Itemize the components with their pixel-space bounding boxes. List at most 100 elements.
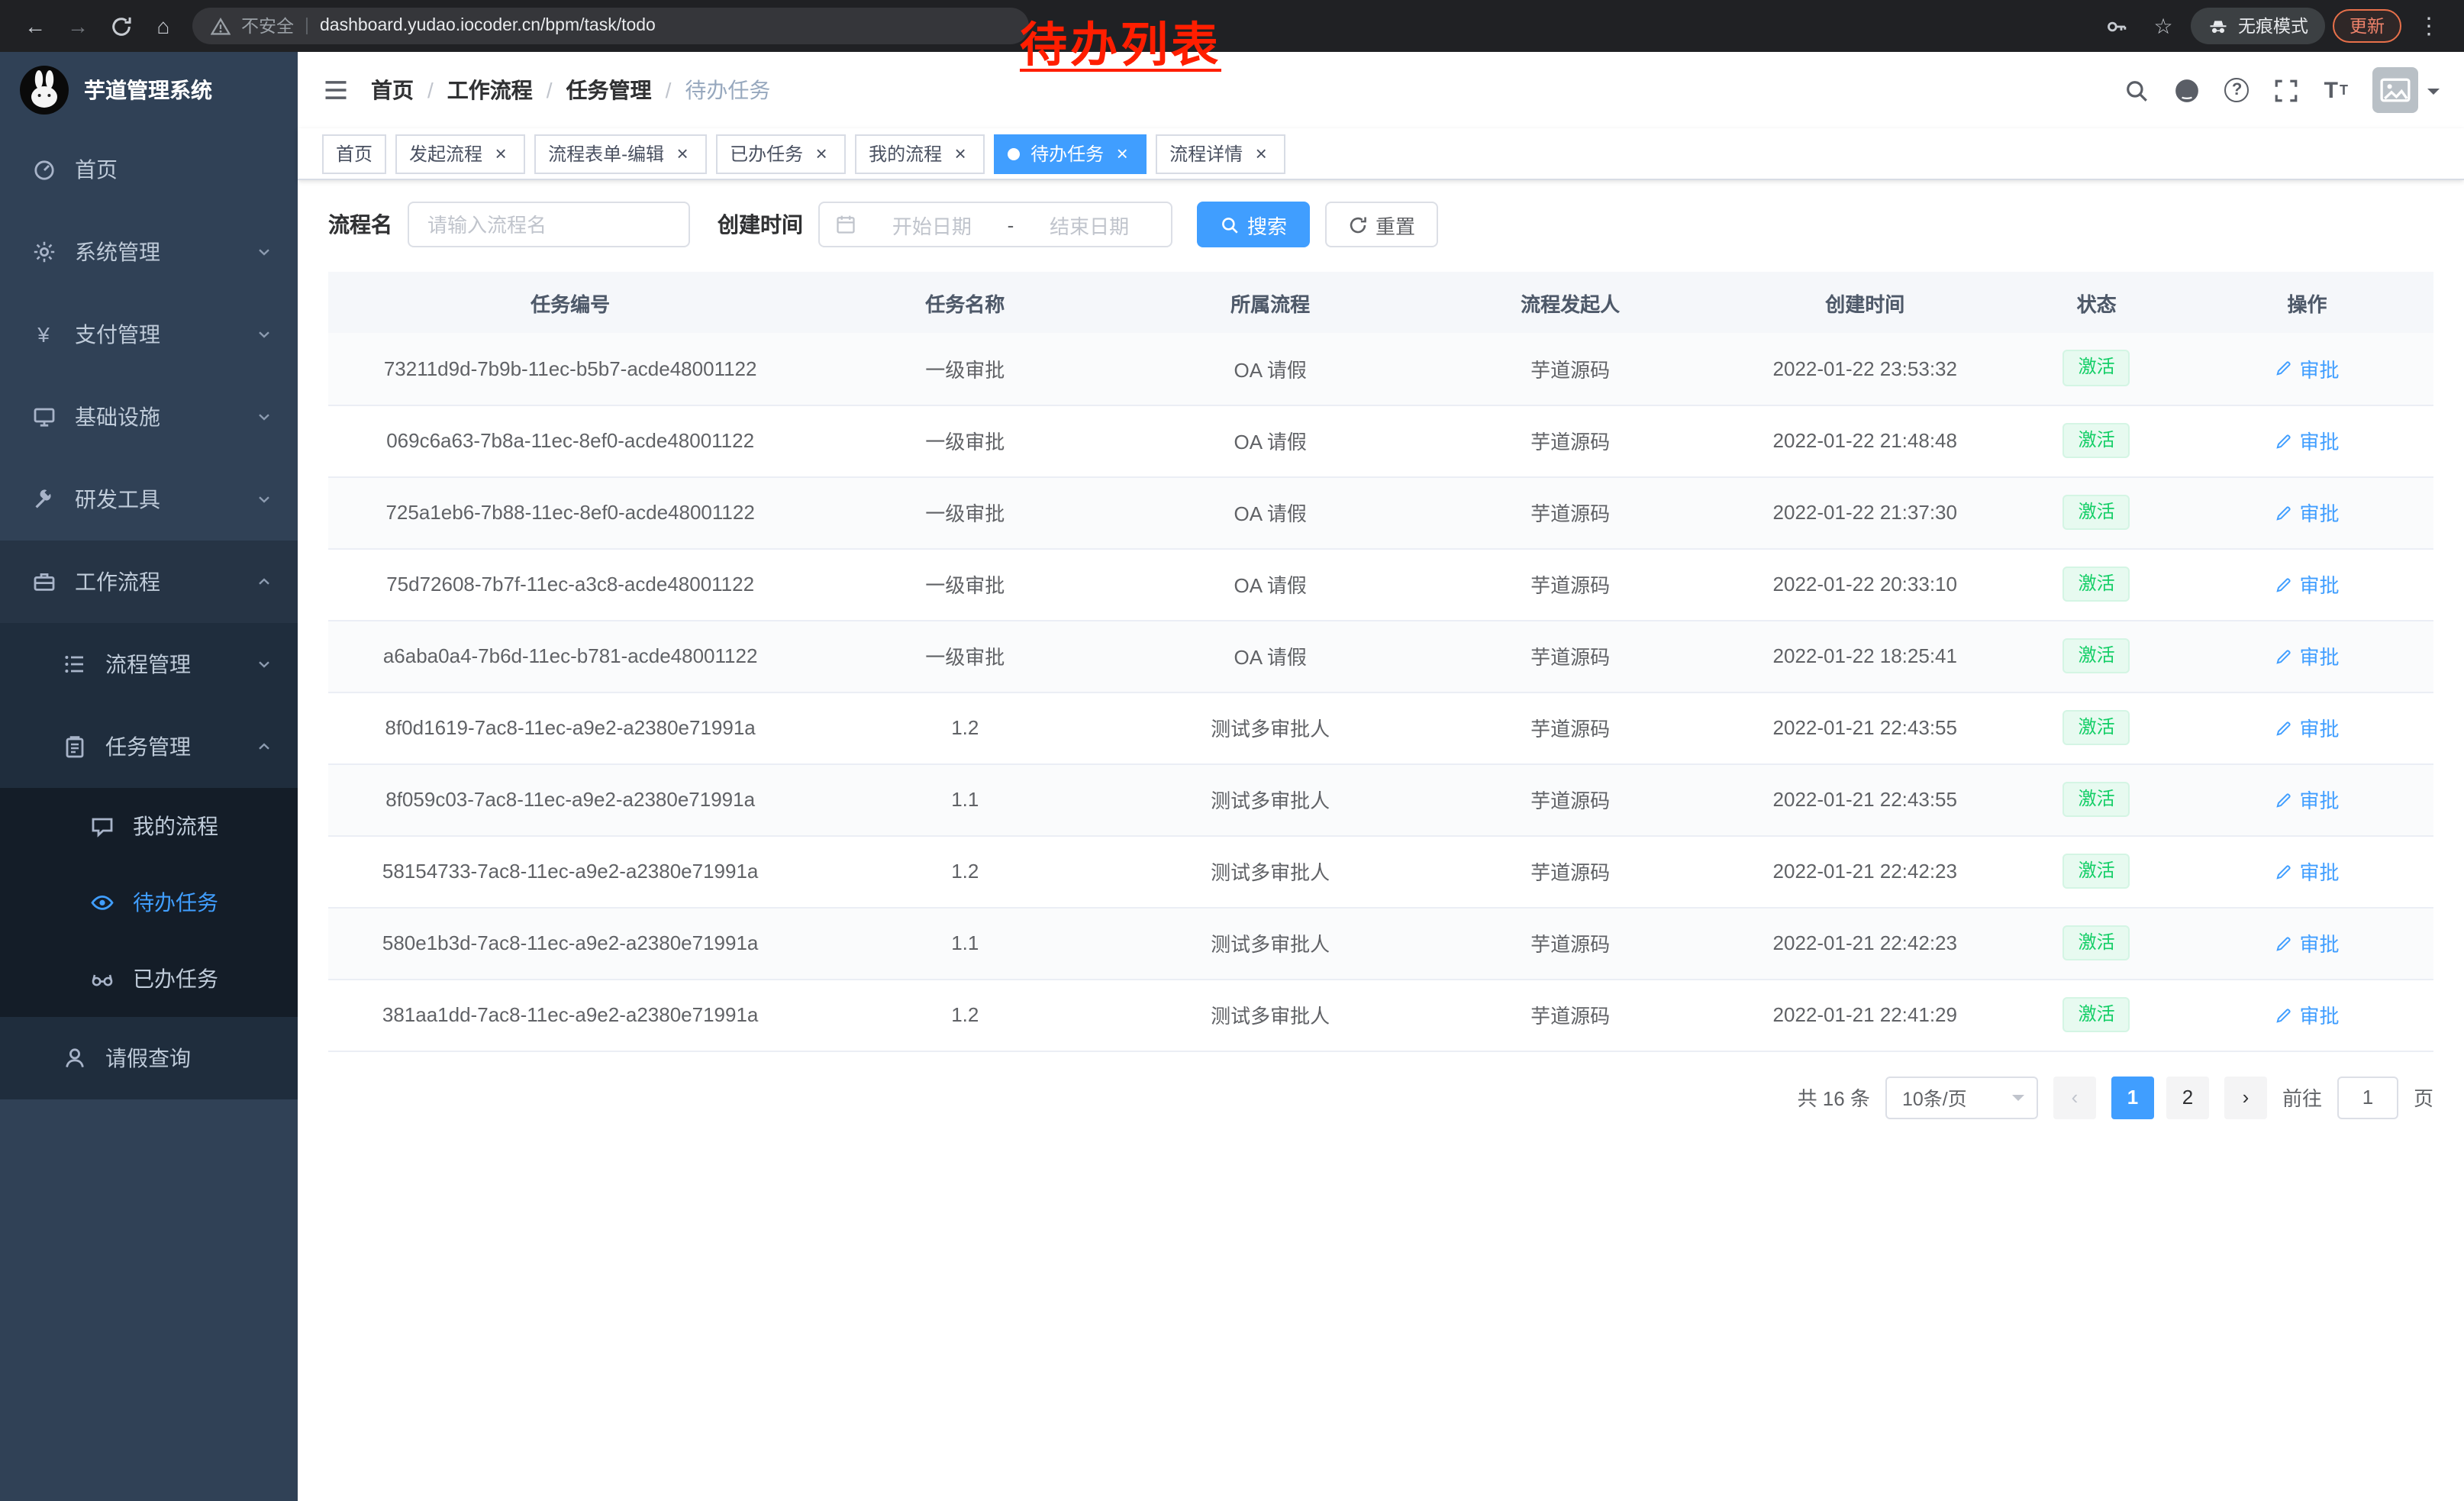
prev-icon: ‹ [2072, 1086, 2079, 1109]
approve-link[interactable]: 审批 [2275, 354, 2339, 383]
page-buttons: 1 2 [2111, 1076, 2209, 1118]
end-date-placeholder[interactable]: 结束日期 [1023, 210, 1156, 239]
table-row: a6aba0a4-7b6d-11ec-b781-acde48001122 一级审… [328, 620, 2433, 692]
help-button[interactable]: ? [2225, 78, 2250, 102]
tab[interactable]: 首页 × [322, 134, 386, 173]
update-chip[interactable]: 更新 [2333, 9, 2401, 43]
tab-close-icon[interactable]: × [490, 143, 511, 164]
sidebar-item-label: 基础设施 [75, 402, 160, 432]
cell-action: 审批 [2181, 692, 2433, 763]
tab-close-icon[interactable]: × [950, 143, 971, 164]
edit-icon [2275, 1006, 2293, 1024]
url-divider: | [305, 17, 309, 35]
approve-link[interactable]: 审批 [2275, 570, 2339, 599]
cell-created: 2022-01-22 18:25:41 [1717, 620, 2012, 692]
browser-chrome: ← → ⌂ 不安全 | dashboard.yudao.iocoder.cn/b… [0, 0, 2464, 52]
tab[interactable]: 发起流程 × [395, 134, 525, 173]
table-body: 73211d9d-7b9b-11ec-b5b7-acde48001122 一级审… [328, 333, 2433, 1051]
approve-link[interactable]: 审批 [2275, 713, 2339, 742]
approve-link[interactable]: 审批 [2275, 498, 2339, 527]
cell-process: 测试多审批人 [1118, 979, 1423, 1051]
process-name-input[interactable] [408, 202, 690, 247]
breadcrumb-item-workflow[interactable]: 工作流程 [447, 75, 533, 105]
sidebar-item-leave-query[interactable]: 请假查询 [0, 1017, 298, 1099]
sidebar-item-label: 研发工具 [75, 484, 160, 515]
browser-menu-button[interactable]: ⋮ [2409, 6, 2449, 46]
approve-link[interactable]: 审批 [2275, 857, 2339, 886]
breadcrumb-item-home[interactable]: 首页 [371, 75, 414, 105]
tab-close-icon[interactable]: × [1250, 143, 1272, 164]
next-page-button[interactable]: › [2224, 1076, 2267, 1118]
url-text[interactable]: dashboard.yudao.iocoder.cn/bpm/task/todo [320, 17, 656, 35]
cell-created: 2022-01-22 21:48:48 [1717, 405, 2012, 476]
sidebar-item-payment[interactable]: ¥ 支付管理 [0, 293, 298, 376]
tab[interactable]: 流程详情 × [1156, 134, 1285, 173]
cell-created: 2022-01-21 22:43:55 [1717, 763, 2012, 835]
edit-icon [2275, 647, 2293, 665]
approve-label: 审批 [2299, 641, 2339, 670]
page-number-button[interactable]: 1 [2111, 1076, 2154, 1118]
task-table: 任务编号 任务名称 所属流程 流程发起人 创建时间 状态 操作 [328, 272, 2433, 1051]
edit-icon [2275, 431, 2293, 450]
chevron-up-icon [255, 573, 273, 591]
approve-link[interactable]: 审批 [2275, 1000, 2339, 1029]
forward-button[interactable]: → [58, 6, 98, 46]
breadcrumb-item-task-mgmt[interactable]: 任务管理 [566, 75, 652, 105]
cell-task-name: 一级审批 [812, 620, 1118, 692]
password-key-button[interactable] [2096, 6, 2136, 46]
tab[interactable]: 待办任务 × [994, 134, 1147, 173]
status-badge: 激活 [2063, 494, 2130, 530]
approve-link[interactable]: 审批 [2275, 641, 2339, 670]
page-number-button[interactable]: 2 [2166, 1076, 2209, 1118]
sidebar-item-task-mgmt[interactable]: 任务管理 [0, 705, 298, 788]
sidebar-toggle-button[interactable] [322, 76, 350, 104]
github-button[interactable] [2175, 77, 2201, 103]
approve-link[interactable]: 审批 [2275, 928, 2339, 957]
cell-action: 审批 [2181, 979, 2433, 1051]
back-button[interactable]: ← [15, 6, 55, 46]
home-button[interactable]: ⌂ [144, 6, 183, 46]
tab-close-icon[interactable]: × [672, 143, 693, 164]
reset-button-label: 重置 [1376, 210, 1415, 239]
sidebar-item-process-mgmt[interactable]: 流程管理 [0, 623, 298, 705]
bookmark-star-button[interactable]: ☆ [2143, 6, 2183, 46]
page-size-select[interactable]: 10条/页 [1885, 1076, 2038, 1118]
date-range-picker[interactable]: 开始日期 - 结束日期 [818, 202, 1172, 247]
sidebar-item-my-process[interactable]: 我的流程 [0, 788, 298, 864]
sidebar-item-infra[interactable]: 基础设施 [0, 376, 298, 458]
tab[interactable]: 已办任务 × [716, 134, 846, 173]
pagination: 共 16 条 10条/页 ‹ 1 2 › 前往 [328, 1076, 2433, 1118]
app-logo[interactable]: 芋道管理系统 [0, 52, 298, 128]
prev-page-button[interactable]: ‹ [2053, 1076, 2096, 1118]
sidebar-item-system[interactable]: 系统管理 [0, 211, 298, 293]
sidebar-item-workflow[interactable]: 工作流程 [0, 541, 298, 623]
sidebar-item-done-tasks[interactable]: 已办任务 [0, 941, 298, 1017]
url-bar[interactable]: 不安全 | dashboard.yudao.iocoder.cn/bpm/tas… [192, 8, 1029, 44]
tab-close-icon[interactable]: × [1111, 143, 1133, 164]
tab-close-icon[interactable]: × [811, 143, 832, 164]
approve-link[interactable]: 审批 [2275, 785, 2339, 814]
cell-initiator: 芋道源码 [1423, 979, 1717, 1051]
cell-action: 审批 [2181, 907, 2433, 979]
sidebar-item-todo-tasks[interactable]: 待办任务 [0, 864, 298, 941]
header-search-button[interactable] [2124, 77, 2150, 103]
start-date-placeholder[interactable]: 开始日期 [866, 210, 998, 239]
fullscreen-button[interactable] [2274, 77, 2300, 103]
security-label[interactable]: 不安全 [241, 14, 294, 38]
tab[interactable]: 流程表单-编辑 × [534, 134, 707, 173]
sidebar-item-home[interactable]: 首页 [0, 128, 298, 211]
reset-button[interactable]: 重置 [1325, 202, 1438, 247]
search-button[interactable]: 搜索 [1197, 202, 1310, 247]
col-created: 创建时间 [1717, 272, 2012, 333]
monitor-icon [31, 404, 56, 430]
sidebar-item-dev-tools[interactable]: 研发工具 [0, 458, 298, 541]
reload-button[interactable] [101, 6, 140, 46]
font-size-button[interactable]: TT [2324, 77, 2348, 103]
cell-created: 2022-01-21 22:42:23 [1717, 835, 2012, 907]
tab[interactable]: 我的流程 × [855, 134, 985, 173]
edit-icon [2275, 790, 2293, 809]
goto-page-input[interactable] [2337, 1076, 2398, 1118]
approve-link[interactable]: 审批 [2275, 426, 2339, 455]
user-avatar[interactable] [2372, 67, 2440, 113]
sidebar-item-label: 流程管理 [105, 649, 191, 679]
